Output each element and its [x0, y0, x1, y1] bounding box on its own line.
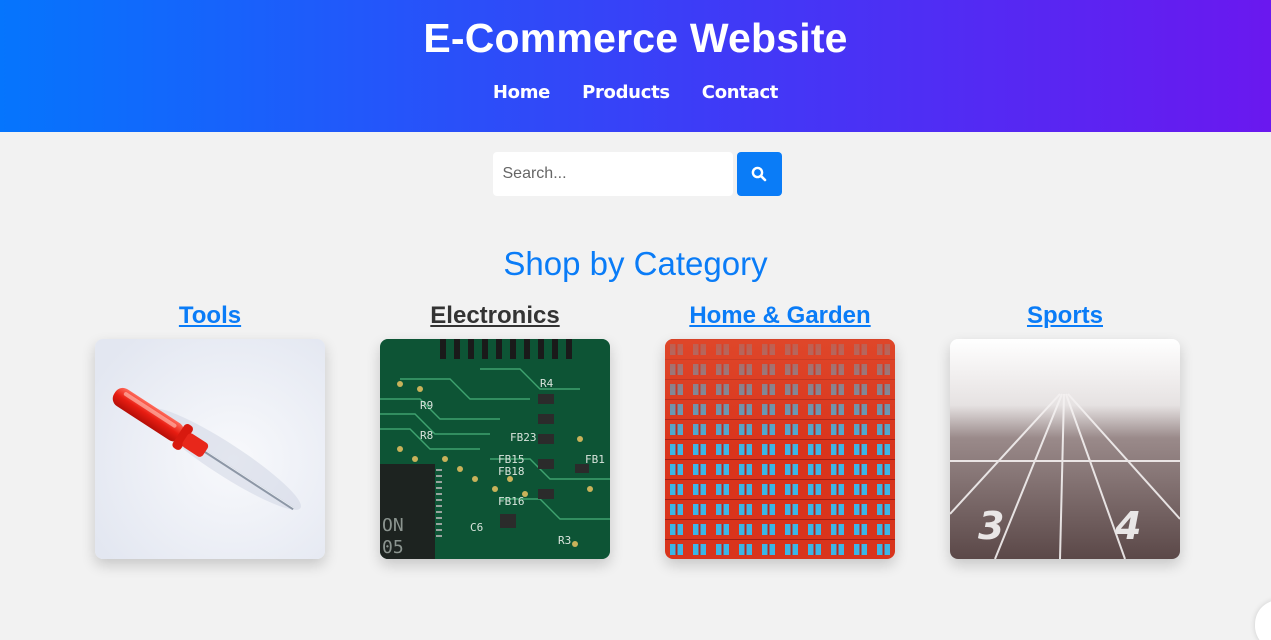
- search-icon: [751, 166, 767, 182]
- circuit-board-image: FB23 FB15 FB18 FB16 FB1 C6 R9 R8 R4 R3 O…: [380, 339, 610, 559]
- nav-contact[interactable]: Contact: [702, 82, 779, 103]
- nav-home[interactable]: Home: [493, 82, 551, 103]
- category-label-electronics[interactable]: Electronics: [380, 300, 610, 332]
- chip-label-on: ON: [382, 515, 404, 536]
- building-facade-image: [665, 339, 895, 559]
- circuit-label-fb1: FB1: [585, 453, 605, 466]
- category-card-home-garden[interactable]: Home & Garden: [665, 300, 895, 559]
- circuit-label-r3: R3: [558, 534, 571, 547]
- category-card-tools[interactable]: Tools: [95, 300, 325, 559]
- category-label-sports[interactable]: Sports: [950, 300, 1180, 332]
- site-header: E-Commerce Website Home Products Contact: [0, 0, 1271, 132]
- screwdriver-image: [95, 339, 325, 559]
- circuit-label-r8: R8: [420, 429, 433, 442]
- category-image-sports[interactable]: 3 4: [950, 339, 1180, 559]
- category-image-home-garden[interactable]: [665, 339, 895, 559]
- circuit-label-fb23: FB23: [510, 431, 537, 444]
- section-title: Shop by Category: [503, 245, 768, 282]
- category-card-sports[interactable]: Sports 3 4: [950, 300, 1180, 559]
- category-image-tools[interactable]: [95, 339, 325, 559]
- circuit-label-fb18: FB18: [498, 465, 525, 478]
- track-lane-4: 4: [1114, 504, 1141, 548]
- chip-label-05: 05: [382, 537, 404, 558]
- category-label-home-garden[interactable]: Home & Garden: [665, 300, 895, 332]
- running-track-image: 3 4: [950, 339, 1180, 559]
- site-title: E-Commerce Website: [423, 15, 848, 61]
- circuit-label-r4: R4: [540, 377, 554, 390]
- search-button[interactable]: [736, 152, 782, 196]
- chat-widget-edge[interactable]: [1255, 600, 1271, 640]
- search-bar: [0, 152, 1271, 196]
- category-label-tools[interactable]: Tools: [95, 300, 325, 332]
- category-card-electronics[interactable]: Electronics FB23 FB15 FB18 FB16 FB1 C6 R…: [380, 300, 610, 559]
- circuit-label-fb16: FB16: [498, 495, 525, 508]
- track-lane-3: 3: [978, 504, 1004, 548]
- nav-products[interactable]: Products: [582, 82, 670, 103]
- category-image-electronics[interactable]: FB23 FB15 FB18 FB16 FB1 C6 R9 R8 R4 R3 O…: [380, 339, 610, 559]
- main-nav: Home Products Contact: [0, 82, 1271, 103]
- circuit-label-r9: R9: [420, 399, 433, 412]
- search-input[interactable]: [492, 152, 733, 196]
- circuit-label-c6: C6: [470, 521, 483, 534]
